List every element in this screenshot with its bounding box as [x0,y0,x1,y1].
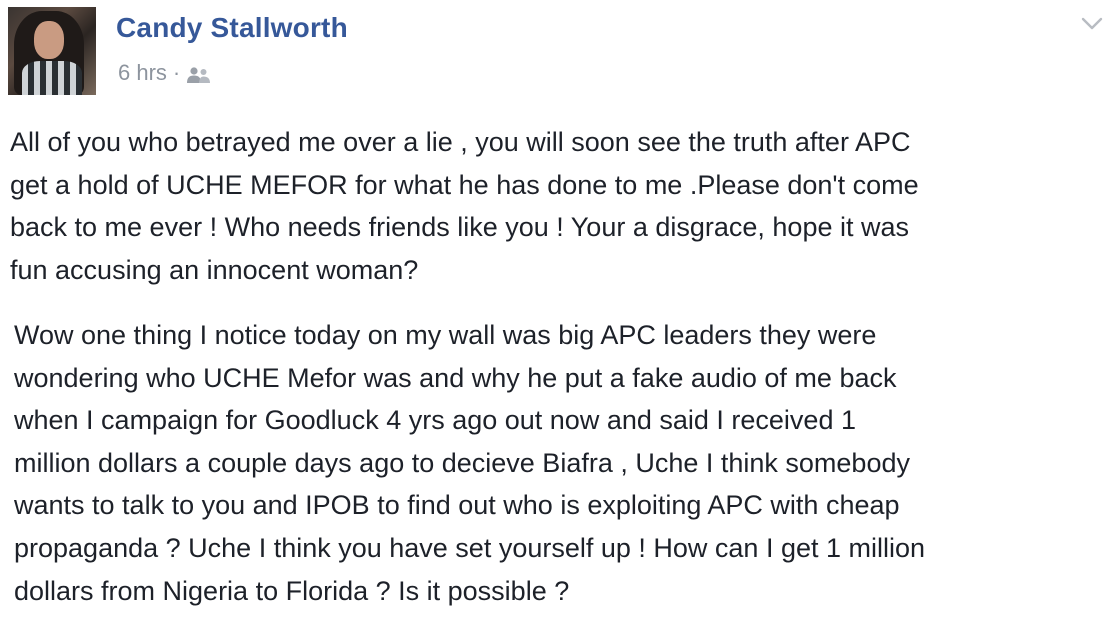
facebook-post: Candy Stallworth 6 hrs · All of you who … [0,0,1120,622]
avatar[interactable] [8,7,96,95]
post-text-paragraph-1: All of you who betrayed me over a lie , … [10,127,919,285]
post-timestamp[interactable]: 6 hrs [118,60,167,86]
author-name[interactable]: Candy Stallworth [116,12,348,44]
post-meta: 6 hrs · [118,60,212,86]
post-text-paragraph-2: Wow one thing I notice today on my wall … [14,320,926,606]
avatar-shirt [22,61,82,95]
chevron-down-icon[interactable] [1078,10,1106,38]
meta-separator: · [172,60,181,85]
friends-icon[interactable] [186,64,212,83]
avatar-face [34,21,64,59]
